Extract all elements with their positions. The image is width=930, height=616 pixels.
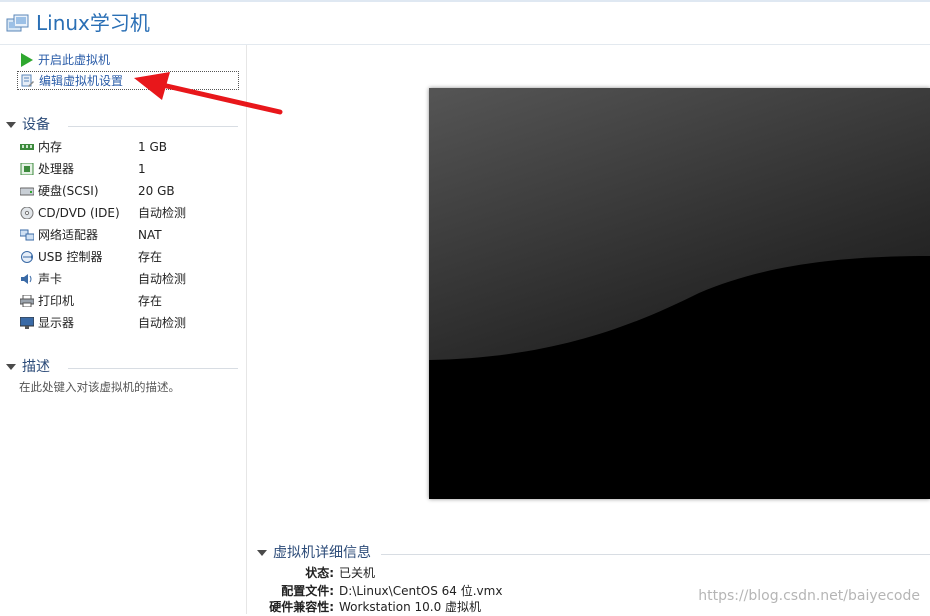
collapse-triangle-icon	[6, 364, 16, 370]
virtual-machine-icon	[6, 14, 29, 32]
settings-icon	[21, 74, 34, 87]
play-icon	[21, 53, 33, 67]
collapse-triangle-icon	[257, 550, 267, 556]
left-panel: 开启此虚拟机 编辑虚拟机设置 设备 内存 1 GB 处理器 1 硬盘(SCSI)…	[0, 45, 247, 614]
printer-icon	[20, 295, 34, 307]
section-divider	[381, 554, 930, 555]
description-placeholder[interactable]: 在此处键入对该虚拟机的描述。	[19, 379, 180, 395]
device-row-usb[interactable]: USB 控制器 存在	[18, 247, 238, 267]
device-row-cd-dvd[interactable]: CD/DVD (IDE) 自动检测	[18, 203, 238, 223]
device-row-sound-card[interactable]: 声卡 自动检测	[18, 269, 238, 289]
device-row-display[interactable]: 显示器 自动检测	[18, 313, 238, 333]
vm-screen-thumbnail	[429, 88, 930, 499]
right-panel: 虚拟机详细信息 状态: 已关机 配置文件: D:\Linux\CentOS 64…	[247, 45, 930, 614]
device-row-network-adapter[interactable]: 网络适配器 NAT	[18, 225, 238, 245]
edit-vm-settings-label: 编辑虚拟机设置	[39, 74, 124, 88]
processor-icon	[20, 163, 34, 175]
vm-title: Linux学习机	[36, 11, 150, 35]
description-section-header[interactable]: 描述	[6, 357, 238, 377]
usb-icon	[21, 251, 33, 263]
collapse-triangle-icon	[6, 122, 16, 128]
section-divider	[68, 126, 238, 127]
vm-details-section-header[interactable]: 虚拟机详细信息	[257, 543, 930, 563]
description-section-title: 描述	[22, 359, 50, 375]
cd-dvd-icon	[20, 207, 34, 219]
vm-details-title: 虚拟机详细信息	[273, 545, 371, 561]
start-vm-link[interactable]: 开启此虚拟机	[17, 51, 239, 70]
vm-screen-preview[interactable]	[429, 88, 930, 499]
sound-card-icon	[21, 274, 32, 284]
device-row-processor[interactable]: 处理器 1	[18, 159, 238, 179]
detail-row-status: 状态: 已关机	[305, 566, 376, 580]
annotation-arrow-icon	[134, 72, 283, 115]
hard-disk-icon	[20, 187, 34, 196]
device-row-memory[interactable]: 内存 1 GB	[18, 137, 238, 157]
start-vm-label: 开启此虚拟机	[38, 53, 111, 67]
display-icon	[20, 317, 34, 329]
watermark: https://blog.csdn.net/baiyecode	[698, 588, 920, 604]
device-row-hard-disk[interactable]: 硬盘(SCSI) 20 GB	[18, 181, 238, 201]
vm-header: Linux学习机	[0, 2, 930, 45]
memory-icon	[20, 144, 34, 150]
device-row-printer[interactable]: 打印机 存在	[18, 291, 238, 311]
section-divider	[68, 368, 238, 369]
devices-section-title: 设备	[22, 117, 50, 133]
network-adapter-icon	[20, 229, 34, 241]
